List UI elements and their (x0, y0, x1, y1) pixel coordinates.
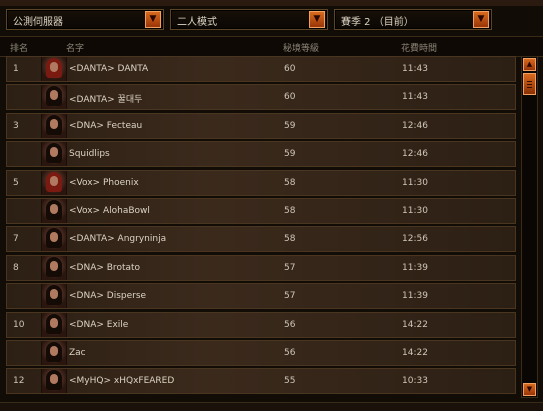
leaderboard-row[interactable]: 10 <DNA> Exile 56 14:22 (6, 311, 516, 338)
player-name[interactable]: <DNA> Brotato (69, 263, 140, 273)
player-name[interactable]: Zac (69, 348, 86, 358)
scroll-down-arrow-icon[interactable]: ▼ (523, 383, 536, 396)
leaderboard-row[interactable]: Zac 56 14:22 (6, 339, 516, 366)
leaderboard-row[interactable]: 7 <DANTA> Angryninja 58 12:56 (6, 226, 516, 253)
mode-dropdown[interactable]: 二人模式 ▼ (170, 9, 328, 30)
leaderboard-row[interactable]: 5 <Vox> Phoenix 58 11:30 (6, 169, 516, 196)
column-header-level[interactable]: 秘境等級 (283, 41, 319, 54)
column-header-name[interactable]: 名字 (66, 41, 84, 54)
player-name[interactable]: <DANTA> 꿀대두 (69, 92, 142, 105)
completion-time: 11:39 (402, 291, 428, 302)
player-portrait (41, 227, 67, 252)
completion-time: 14:22 (402, 319, 428, 330)
rift-level: 58 (284, 205, 296, 216)
rift-level: 58 (284, 177, 296, 188)
rift-level: 59 (284, 149, 296, 160)
player-portrait (41, 255, 67, 280)
column-header-time[interactable]: 花費時間 (401, 41, 437, 54)
player-portrait (41, 113, 67, 138)
mode-dropdown-value: 二人模式 (177, 17, 217, 28)
player-portrait (41, 170, 67, 195)
rift-level: 58 (284, 234, 296, 245)
season-dropdown[interactable]: 賽季 2 （目前） ▼ (334, 9, 492, 30)
leaderboard-row[interactable]: <DNA> Disperse 57 11:39 (6, 283, 516, 310)
player-name[interactable]: <Vox> AlohaBowl (69, 206, 150, 216)
completion-time: 10:33 (402, 376, 428, 387)
season-dropdown-value: 賽季 2 （目前） (341, 17, 414, 28)
row-rank: 10 (13, 319, 25, 330)
top-frame-strip (0, 0, 543, 6)
leaderboard-row[interactable]: 3 <DNA> Fecteau 59 12:46 (6, 112, 516, 139)
player-portrait (41, 340, 67, 365)
completion-time: 12:56 (402, 234, 428, 245)
completion-time: 12:46 (402, 149, 428, 160)
leaderboard-row[interactable]: 8 <DNA> Brotato 57 11:39 (6, 254, 516, 281)
rift-level: 57 (284, 262, 296, 273)
completion-time: 11:39 (402, 262, 428, 273)
scrollbar[interactable]: ▲ ▼ (521, 56, 538, 398)
row-rank: 3 (13, 120, 19, 131)
leaderboard-row[interactable]: Squidlips 59 12:46 (6, 141, 516, 168)
player-name[interactable]: <DNA> Exile (69, 320, 128, 330)
row-rank: 1 (13, 64, 19, 74)
region-dropdown-value: 公測伺服器 (13, 17, 63, 28)
completion-time: 11:30 (402, 177, 428, 188)
rift-level: 55 (284, 376, 296, 387)
player-portrait (41, 369, 67, 394)
player-portrait (41, 57, 67, 81)
leaderboard-row[interactable]: <DANTA> 꿀대두 60 11:43 (6, 84, 516, 111)
player-name[interactable]: <DANTA> Angryninja (69, 234, 166, 244)
rift-level: 60 (284, 92, 296, 103)
completion-time: 11:43 (402, 92, 428, 103)
rift-level: 60 (284, 64, 296, 74)
chevron-down-icon[interactable]: ▼ (473, 11, 489, 28)
player-name[interactable]: <Vox> Phoenix (69, 178, 139, 188)
leaderboard-row[interactable]: 1 <DANTA> DANTA 60 11:43 (6, 56, 516, 82)
row-rank: 7 (13, 234, 19, 245)
chevron-down-icon[interactable]: ▼ (309, 11, 325, 28)
player-portrait (41, 85, 67, 110)
player-name[interactable]: <MyHQ> xHQxFEARED (69, 376, 174, 386)
row-rank: 5 (13, 177, 19, 188)
leaderboard-header: 排名 名字 秘境等級 花費時間 (0, 36, 543, 57)
player-portrait (41, 312, 67, 337)
row-rank: 8 (13, 262, 19, 273)
player-name[interactable]: <DNA> Disperse (69, 291, 146, 301)
player-portrait (41, 284, 67, 309)
row-rank: 12 (13, 376, 25, 387)
completion-time: 14:22 (402, 347, 428, 358)
completion-time: 12:46 (402, 120, 428, 131)
rift-level: 57 (284, 291, 296, 302)
player-name[interactable]: Squidlips (69, 149, 110, 159)
region-dropdown[interactable]: 公測伺服器 ▼ (6, 9, 164, 30)
completion-time: 11:43 (402, 64, 428, 74)
player-portrait (41, 142, 67, 167)
rift-level: 56 (284, 347, 296, 358)
leaderboard-list: 1 <DANTA> DANTA 60 11:43 <DANTA> 꿀대두 60 11:43 3… (6, 56, 516, 397)
rift-level: 56 (284, 319, 296, 330)
scrollbar-thumb[interactable] (523, 73, 536, 95)
player-portrait (41, 198, 67, 223)
leaderboard-row[interactable]: 12 <MyHQ> xHQxFEARED 55 10:33 (6, 368, 516, 395)
chevron-down-icon[interactable]: ▼ (145, 11, 161, 28)
completion-time: 11:30 (402, 205, 428, 216)
leaderboard-row[interactable]: <Vox> AlohaBowl 58 11:30 (6, 197, 516, 224)
column-header-rank[interactable]: 排名 (10, 41, 28, 54)
rift-level: 59 (284, 120, 296, 131)
scroll-up-arrow-icon[interactable]: ▲ (523, 58, 536, 71)
player-name[interactable]: <DANTA> DANTA (69, 64, 148, 74)
player-name[interactable]: <DNA> Fecteau (69, 121, 142, 131)
